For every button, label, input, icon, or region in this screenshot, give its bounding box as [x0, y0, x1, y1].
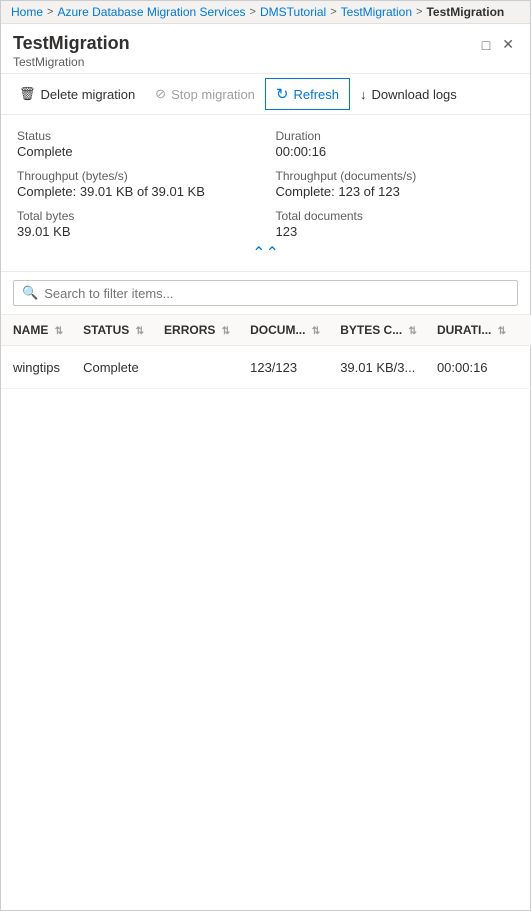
- col-errors[interactable]: ERRORS ⇅: [152, 315, 238, 346]
- duration-block: Duration 00:00:16: [276, 129, 515, 159]
- col-bytes[interactable]: BYTES C... ⇅: [328, 315, 425, 346]
- breadcrumb: Home > Azure Database Migration Services…: [1, 1, 530, 24]
- sort-name-icon: ⇅: [55, 326, 63, 337]
- total-bytes-value: 39.01 KB: [17, 224, 256, 239]
- cell-status: Complete: [71, 346, 152, 389]
- total-bytes-block: Total bytes 39.01 KB: [17, 209, 256, 239]
- refresh-icon: [276, 85, 289, 103]
- cell-duration: 00:00:16: [425, 346, 514, 389]
- maximize-button[interactable]: □: [478, 32, 494, 57]
- search-bar: 🔍: [1, 272, 530, 315]
- sort-duration-icon: ⇅: [498, 326, 506, 337]
- breadcrumb-tutorial[interactable]: DMSTutorial: [260, 5, 326, 19]
- search-icon: 🔍: [22, 285, 38, 301]
- total-docs-block: Total documents 123: [276, 209, 515, 239]
- download-logs-button[interactable]: Download logs: [350, 81, 467, 108]
- close-button[interactable]: ✕: [498, 32, 518, 57]
- total-docs-label: Total documents: [276, 209, 515, 223]
- status-block: Status Complete: [17, 129, 256, 159]
- col-status[interactable]: STATUS ⇅: [71, 315, 152, 346]
- data-table-container: NAME ⇅ STATUS ⇅ ERRORS ⇅ DOCUM... ⇅ BYTE…: [1, 315, 530, 389]
- delete-migration-button[interactable]: Delete migration: [9, 80, 145, 108]
- breadcrumb-sep-2: >: [250, 6, 256, 18]
- throughput-docs-value: Complete: 123 of 123: [276, 184, 515, 199]
- sort-errors-icon: ⇅: [222, 326, 230, 337]
- cell-documents: 123/123: [238, 346, 328, 389]
- duration-label: Duration: [276, 129, 515, 143]
- refresh-button[interactable]: Refresh: [265, 78, 350, 110]
- stop-label: Stop migration: [171, 87, 255, 102]
- cell-name: wingtips: [1, 346, 71, 389]
- page-header-right: □ ✕: [478, 32, 518, 57]
- breadcrumb-home[interactable]: Home: [11, 5, 43, 19]
- table-body: wingtips Complete 123/123 39.01 KB/3... …: [1, 346, 531, 389]
- page-title: TestMigration: [13, 32, 130, 55]
- delete-label: Delete migration: [41, 87, 136, 102]
- stop-icon: [155, 86, 166, 102]
- breadcrumb-sep-1: >: [47, 6, 53, 18]
- data-table: NAME ⇅ STATUS ⇅ ERRORS ⇅ DOCUM... ⇅ BYTE…: [1, 315, 531, 389]
- download-label: Download logs: [372, 87, 457, 102]
- status-label: Status: [17, 129, 256, 143]
- sort-bytes-icon: ⇅: [409, 326, 417, 337]
- cell-bytes: 39.01 KB/3...: [328, 346, 425, 389]
- breadcrumb-sep-3: >: [330, 6, 336, 18]
- toolbar: Delete migration Stop migration Refresh …: [1, 74, 530, 115]
- table-row: wingtips Complete 123/123 39.01 KB/3... …: [1, 346, 531, 389]
- page-header: TestMigration TestMigration □ ✕: [1, 24, 530, 74]
- collapse-row: ⌃⌃: [17, 239, 514, 263]
- status-value: Complete: [17, 144, 256, 159]
- row-menu-button[interactable]: ···: [526, 356, 531, 378]
- throughput-bytes-block: Throughput (bytes/s) Complete: 39.01 KB …: [17, 169, 256, 199]
- download-icon: [360, 87, 367, 102]
- refresh-label: Refresh: [293, 87, 339, 102]
- search-input[interactable]: [44, 286, 509, 301]
- page-header-left: TestMigration TestMigration: [13, 32, 130, 69]
- cell-errors: [152, 346, 238, 389]
- breadcrumb-migration[interactable]: TestMigration: [341, 5, 412, 19]
- duration-value: 00:00:16: [276, 144, 515, 159]
- throughput-bytes-value: Complete: 39.01 KB of 39.01 KB: [17, 184, 256, 199]
- col-name[interactable]: NAME ⇅: [1, 315, 71, 346]
- breadcrumb-dms[interactable]: Azure Database Migration Services: [57, 5, 245, 19]
- table-header: NAME ⇅ STATUS ⇅ ERRORS ⇅ DOCUM... ⇅ BYTE…: [1, 315, 531, 346]
- sort-status-icon: ⇅: [136, 326, 144, 337]
- breadcrumb-current: TestMigration: [426, 5, 504, 19]
- col-duration[interactable]: DURATI... ⇅: [425, 315, 514, 346]
- status-grid: Status Complete Duration 00:00:16 Throug…: [17, 129, 514, 239]
- total-docs-value: 123: [276, 224, 515, 239]
- col-actions: [514, 315, 531, 346]
- cell-menu: ···: [514, 346, 531, 389]
- col-documents[interactable]: DOCUM... ⇅: [238, 315, 328, 346]
- breadcrumb-sep-4: >: [416, 6, 422, 18]
- collapse-button[interactable]: ⌃⌃: [252, 243, 279, 263]
- search-input-wrap: 🔍: [13, 280, 518, 306]
- throughput-bytes-label: Throughput (bytes/s): [17, 169, 256, 183]
- stop-migration-button[interactable]: Stop migration: [145, 80, 265, 108]
- status-panel: Status Complete Duration 00:00:16 Throug…: [1, 115, 530, 272]
- page-subtitle: TestMigration: [13, 55, 130, 69]
- throughput-docs-label: Throughput (documents/s): [276, 169, 515, 183]
- sort-docs-icon: ⇅: [312, 326, 320, 337]
- total-bytes-label: Total bytes: [17, 209, 256, 223]
- delete-icon: [19, 86, 36, 102]
- throughput-docs-block: Throughput (documents/s) Complete: 123 o…: [276, 169, 515, 199]
